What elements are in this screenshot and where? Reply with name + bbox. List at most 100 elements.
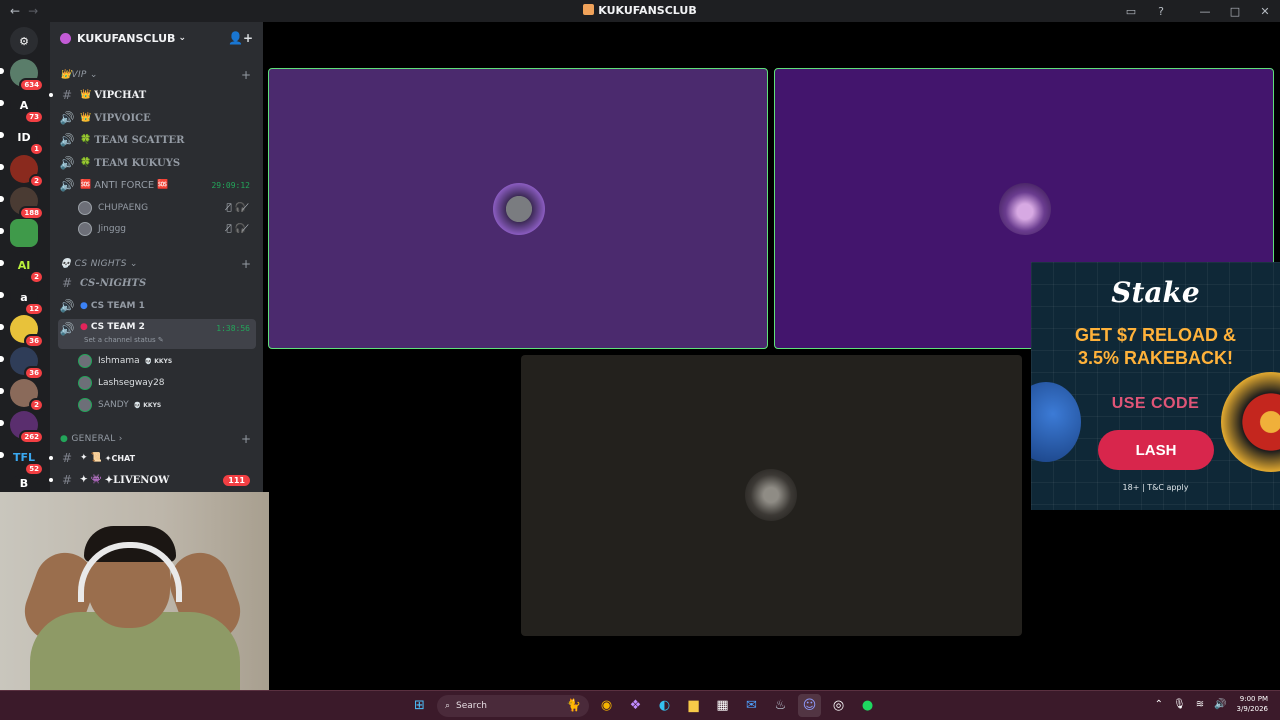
- voice-channel-icon: 🔊: [59, 178, 75, 192]
- unread-pip: [0, 452, 4, 458]
- server-icon[interactable]: A 73: [10, 91, 44, 124]
- voice-member[interactable]: Ishmama 💀 KKYS: [78, 352, 256, 370]
- volume-icon[interactable]: 🔊: [1214, 699, 1226, 710]
- ad-headline: GET $7 RELOAD & 3.5% RAKEBACK!: [1074, 325, 1237, 368]
- ad-fine-print: 18+ | T&C apply: [1122, 483, 1189, 492]
- home-discord-icon[interactable]: ⚙: [10, 27, 38, 55]
- server-icon[interactable]: ID 1: [10, 123, 44, 156]
- category-vip[interactable]: 👑VIP ⌄: [60, 70, 98, 80]
- category-general[interactable]: ● GENERAL ›: [60, 434, 123, 444]
- invite-people-icon[interactable]: 👤+: [228, 31, 253, 45]
- avatar: [78, 201, 92, 215]
- voice-channel-icon: 🔊: [59, 322, 75, 336]
- server-icon[interactable]: 36: [10, 315, 44, 348]
- voice-member[interactable]: Jinggg 🎙̸🎧̸: [78, 220, 256, 238]
- channel-cs-nights[interactable]: # CS-NIGHTS: [58, 273, 256, 293]
- channel-cs-team-1[interactable]: 🔊 ● CS TEAM 1: [58, 296, 256, 316]
- voice-channel-icon: 🔊: [59, 156, 75, 170]
- server-avatar-icon: [60, 32, 71, 44]
- taskbar: ⊞ ⌕ Search 🐈 ◉ ❖ ◐ ▆ ▦ ✉ ♨ ☺ ◎ ● ⌃ 🎙 ≋ 🔊…: [0, 690, 1280, 720]
- windows-start-icon[interactable]: ⊞: [408, 694, 431, 717]
- server-icon[interactable]: 2: [10, 155, 44, 188]
- unread-pip: [0, 132, 4, 138]
- create-channel-icon[interactable]: +: [241, 432, 251, 446]
- search-icon: ⌕: [445, 700, 451, 711]
- webcam-overlay: [0, 492, 269, 690]
- edge-icon[interactable]: ◐: [653, 694, 676, 717]
- microphone-icon[interactable]: 🎙: [1173, 699, 1186, 710]
- close-button[interactable]: ✕: [1250, 5, 1280, 18]
- maximize-button[interactable]: □: [1220, 5, 1250, 18]
- muted-deafened-icon: 🎙̸🎧̸: [226, 203, 252, 213]
- avatar: [78, 354, 92, 368]
- sos-icon: 🆘: [80, 180, 92, 190]
- channel-cs-team-2[interactable]: 🔊 ● CS TEAM 2 1:38:56 Set a channel status…: [58, 319, 256, 349]
- avatar: [78, 376, 92, 390]
- server-icon[interactable]: a 12: [10, 283, 44, 316]
- server-icon[interactable]: AI 2: [10, 251, 44, 284]
- voice-channel-icon: 🔊: [59, 133, 75, 147]
- unread-pip: [0, 420, 4, 426]
- channel-team-scatter[interactable]: 🔊 🍀 TEAM SCATTER: [58, 130, 256, 150]
- unread-pip: [0, 100, 4, 106]
- unread-pip: [0, 324, 4, 330]
- unread-pip: [0, 228, 4, 234]
- voice-channel-icon: 🔊: [59, 299, 75, 313]
- copilot-icon[interactable]: ❖: [624, 694, 647, 717]
- steam-icon[interactable]: ♨: [769, 694, 792, 717]
- server-icon[interactable]: B: [10, 475, 38, 491]
- category-cs-nights[interactable]: 💀 CS NIGHTS ⌄: [60, 259, 138, 269]
- voice-member[interactable]: Lashsegway28: [78, 374, 256, 392]
- inbox-icon[interactable]: ▭: [1116, 5, 1146, 18]
- server-logo-icon: [583, 4, 595, 15]
- unread-pip: [0, 356, 4, 362]
- server-icon[interactable]: 36: [10, 347, 44, 380]
- channel-status[interactable]: Set a channel status ✎: [84, 336, 164, 344]
- system-clock[interactable]: 9:00 PM 3/9/2026: [1237, 694, 1268, 714]
- avatar: [745, 469, 797, 521]
- channel-chat[interactable]: # ✦ 📜 ✦CHAT: [49, 448, 256, 468]
- server-icon[interactable]: 2: [10, 379, 44, 412]
- channel-anti-force[interactable]: 🔊 🆘 ANTI FORCE 🆘 29:09:12: [58, 175, 256, 195]
- channel-vipvoice[interactable]: 🔊 👑 VIPVOICE: [58, 108, 256, 128]
- server-header[interactable]: KUKUFANSCLUB ⌄ 👤+: [50, 22, 263, 54]
- create-channel-icon[interactable]: +: [241, 68, 251, 82]
- mail-icon[interactable]: ✉: [740, 694, 763, 717]
- minimize-button[interactable]: —: [1190, 5, 1220, 18]
- video-tile[interactable]: [268, 68, 768, 349]
- chevron-down-icon: ⌄: [178, 33, 186, 43]
- create-channel-icon[interactable]: +: [241, 257, 251, 271]
- wifi-icon[interactable]: ≋: [1196, 699, 1204, 710]
- window-title: KUKUFANSCLUB: [0, 4, 1280, 17]
- voice-member[interactable]: SANDY 💀 KKYS: [78, 396, 256, 414]
- help-icon[interactable]: ?: [1146, 5, 1176, 18]
- channel-vipchat[interactable]: # 👑 VIPCHAT: [49, 85, 256, 105]
- voice-member[interactable]: CHUPAENG 🎙̸🎧̸: [78, 199, 256, 217]
- store-icon[interactable]: ▦: [711, 694, 734, 717]
- video-tile[interactable]: [521, 355, 1022, 636]
- channel-livenow[interactable]: # ✦ 👾 ✦LIVENOW 111: [49, 470, 256, 490]
- chevron-up-icon[interactable]: ⌃: [1155, 699, 1163, 710]
- crown-icon: 👑: [80, 113, 92, 123]
- server-icon[interactable]: [10, 219, 38, 247]
- scroll-icon: 📜: [90, 453, 102, 463]
- ad-code-label: USE CODE: [1111, 395, 1200, 412]
- server-icon[interactable]: 188: [10, 187, 44, 220]
- chrome-icon[interactable]: ◉: [595, 694, 618, 717]
- server-rail: ⚙ 634 A 73 ID 1 2 188 AI 2 a 12 36 36 2 262 …: [0, 22, 50, 492]
- text-channel-icon: #: [61, 276, 73, 290]
- channel-team-kukuys[interactable]: 🔊 🍀 TEAM KUKUYS: [58, 153, 256, 173]
- sparkle-icon: ✦: [80, 475, 88, 485]
- file-explorer-icon[interactable]: ▆: [682, 694, 705, 717]
- sparkle-icon: ✦: [80, 453, 88, 463]
- server-icon[interactable]: 634: [10, 59, 44, 92]
- channel-sidebar: KUKUFANSCLUB ⌄ 👤+ 👑VIP ⌄ + # 👑 VIPCHAT 🔊 👑 V…: [49, 22, 263, 492]
- unread-pip: [0, 292, 4, 298]
- spotify-icon[interactable]: ●: [856, 694, 879, 717]
- obs-icon[interactable]: ◎: [827, 694, 850, 717]
- taskbar-search[interactable]: ⌕ Search 🐈: [437, 694, 589, 717]
- server-icon[interactable]: TFL 52: [10, 443, 44, 476]
- discord-icon[interactable]: ☺: [798, 694, 821, 717]
- server-icon[interactable]: 262: [10, 411, 44, 444]
- red-circle-icon: ●: [80, 322, 88, 332]
